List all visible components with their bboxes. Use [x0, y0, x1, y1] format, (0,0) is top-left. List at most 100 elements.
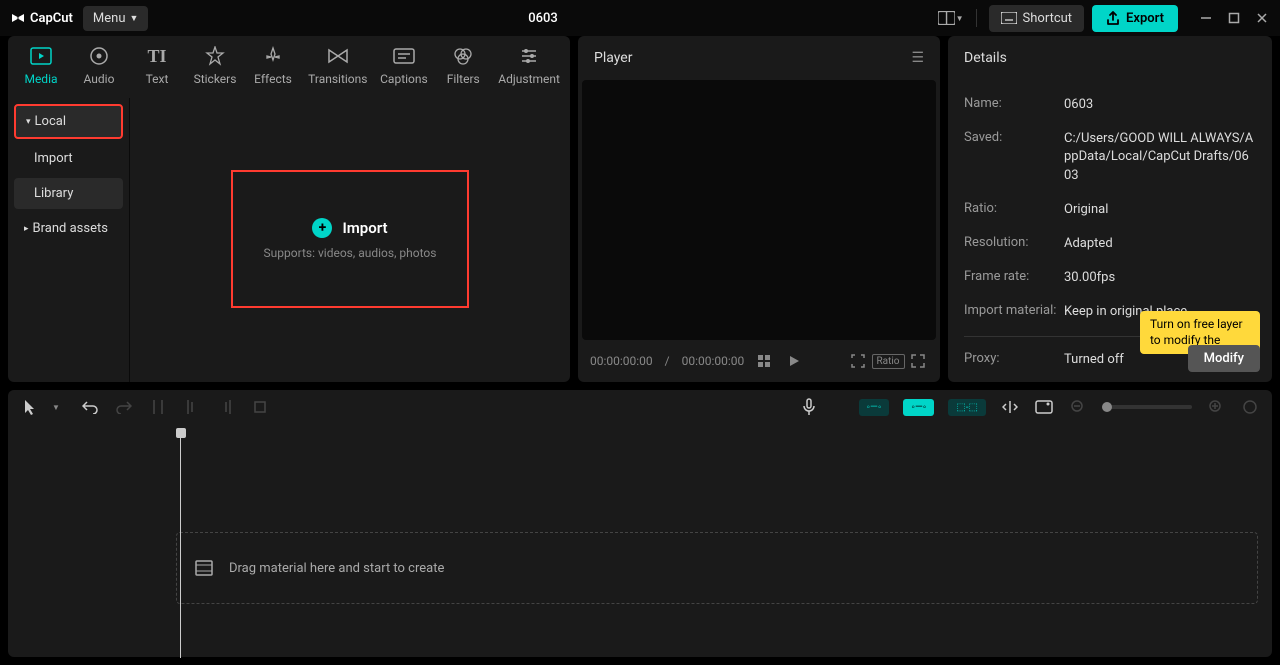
fullscreen-icon[interactable]: [908, 351, 928, 371]
keyboard-icon: [1001, 12, 1017, 24]
tab-captions[interactable]: Captions: [382, 44, 427, 86]
player-viewport[interactable]: [582, 80, 936, 340]
app-name: CapCut: [30, 11, 73, 26]
magnet-on[interactable]: ◦—◦: [903, 399, 934, 416]
app-logo: CapCut: [10, 10, 73, 26]
split-tool[interactable]: [148, 397, 168, 417]
align-icon[interactable]: [1000, 397, 1020, 417]
tab-text[interactable]: TIText: [136, 44, 178, 86]
detail-row-name: Name:0603: [964, 88, 1256, 122]
import-row: + Import: [312, 218, 387, 238]
undo-button[interactable]: [80, 397, 100, 417]
player-header: Player ☰: [578, 36, 940, 80]
timeline-toolbar: ▼ ◦—◦ ◦—◦ ⬚-⬚: [8, 390, 1272, 424]
plus-icon: +: [312, 218, 332, 238]
hamburger-icon[interactable]: ☰: [911, 50, 924, 66]
magnet-off[interactable]: ◦—◦: [859, 399, 890, 416]
chevron-down-icon: ▼: [130, 13, 139, 24]
tab-audio[interactable]: Audio: [78, 44, 120, 86]
trim-left-tool[interactable]: [182, 397, 202, 417]
separator: [976, 9, 977, 27]
detail-row-saved: Saved:C:/Users/GOOD WILL ALWAYS/AppData/…: [964, 122, 1256, 193]
tab-effects[interactable]: Effects: [252, 44, 294, 86]
maximize-button[interactable]: [1226, 10, 1242, 26]
time-total: 00:00:00:00: [682, 354, 745, 368]
stickers-icon: [203, 44, 227, 68]
text-icon: TI: [145, 44, 169, 68]
export-icon: [1106, 11, 1120, 25]
tab-media[interactable]: Media: [20, 44, 62, 86]
zoom-in-icon[interactable]: [1206, 397, 1226, 417]
media-content: + Import Supports: videos, audios, photo…: [130, 98, 570, 382]
sidebar-item-local[interactable]: ▾Local: [14, 104, 123, 139]
layout-icon[interactable]: ▼: [938, 5, 964, 31]
shortcut-button[interactable]: Shortcut: [989, 5, 1085, 32]
import-title: Import: [342, 219, 387, 237]
player-controls: 00:00:00:00 / 00:00:00:00 Ratio: [578, 340, 940, 382]
zoom-slider[interactable]: [1102, 405, 1192, 409]
sidebar-item-import[interactable]: Import: [14, 143, 123, 174]
time-separator: /: [665, 354, 670, 368]
playhead-line: [180, 438, 181, 658]
tab-adjustment[interactable]: Adjustment: [500, 44, 558, 86]
sidebar-item-brand-assets[interactable]: ▸Brand assets: [14, 213, 123, 244]
player-panel: Player ☰ 00:00:00:00 / 00:00:00:00 Ratio: [578, 36, 940, 382]
play-button[interactable]: [784, 351, 804, 371]
caret-right-icon: ▸: [24, 224, 29, 234]
window-controls: [1198, 10, 1270, 26]
tab-stickers[interactable]: Stickers: [194, 44, 236, 86]
grid-icon[interactable]: [754, 351, 774, 371]
timeline-hint: Drag material here and start to create: [229, 561, 444, 576]
detail-row-ratio: Ratio:Original: [964, 193, 1256, 227]
player-title: Player: [594, 50, 632, 66]
audio-icon: [87, 44, 111, 68]
details-title: Details: [964, 50, 1007, 66]
titlebar: CapCut Menu ▼ 0603 ▼ Shortcut Export: [0, 0, 1280, 36]
trim-right-tool[interactable]: [216, 397, 236, 417]
titlebar-right: ▼ Shortcut Export: [938, 5, 1270, 32]
tab-filters[interactable]: Filters: [442, 44, 484, 86]
filters-icon: [451, 44, 475, 68]
time-current: 00:00:00:00: [590, 354, 653, 368]
scan-icon[interactable]: [848, 351, 868, 371]
modify-button[interactable]: Modify: [1188, 345, 1260, 372]
media-panel: Media Audio TIText Stickers Effects Tran…: [8, 36, 570, 382]
titlebar-left: CapCut Menu ▼: [10, 6, 148, 31]
export-button[interactable]: Export: [1092, 5, 1178, 32]
media-body: ▾Local Import Library ▸Brand assets + Im…: [8, 98, 570, 382]
mic-icon[interactable]: [799, 397, 819, 417]
crop-tool[interactable]: [250, 397, 270, 417]
caret-down-icon: ▾: [26, 117, 31, 127]
zoom-fit-icon[interactable]: [1240, 397, 1260, 417]
link-chip[interactable]: ⬚-⬚: [948, 399, 986, 416]
ratio-button[interactable]: Ratio: [878, 351, 898, 371]
preview-icon[interactable]: [1034, 397, 1054, 417]
capcut-logo-icon: [10, 10, 26, 26]
project-title: 0603: [148, 11, 937, 26]
timeline[interactable]: Drag material here and start to create: [8, 424, 1272, 657]
detail-row-framerate: Frame rate:30.00fps: [964, 261, 1256, 295]
import-dropzone[interactable]: + Import Supports: videos, audios, photo…: [231, 170, 469, 308]
timeline-dropzone[interactable]: Drag material here and start to create: [176, 532, 1258, 604]
adjustment-icon: [517, 44, 541, 68]
redo-button[interactable]: [114, 397, 134, 417]
workspace: Media Audio TIText Stickers Effects Tran…: [0, 36, 1280, 382]
zoom-out-icon[interactable]: [1068, 397, 1088, 417]
sidebar-item-library[interactable]: Library: [14, 178, 123, 209]
media-sidebar: ▾Local Import Library ▸Brand assets: [8, 98, 130, 382]
minimize-button[interactable]: [1198, 10, 1214, 26]
cursor-tool[interactable]: [20, 397, 40, 417]
details-panel: Details Name:0603 Saved:C:/Users/GOOD WI…: [948, 36, 1272, 382]
captions-icon: [392, 44, 416, 68]
details-header: Details: [948, 36, 1272, 80]
detail-row-resolution: Resolution:Adapted: [964, 227, 1256, 261]
menu-button[interactable]: Menu ▼: [83, 6, 149, 31]
close-button[interactable]: [1254, 10, 1270, 26]
effects-icon: [261, 44, 285, 68]
cursor-dropdown[interactable]: ▼: [46, 397, 66, 417]
tab-transitions[interactable]: Transitions: [310, 44, 366, 86]
playhead[interactable]: [176, 428, 186, 442]
transitions-icon: [326, 44, 350, 68]
import-subtitle: Supports: videos, audios, photos: [264, 246, 437, 260]
media-tabs: Media Audio TIText Stickers Effects Tran…: [8, 36, 570, 98]
